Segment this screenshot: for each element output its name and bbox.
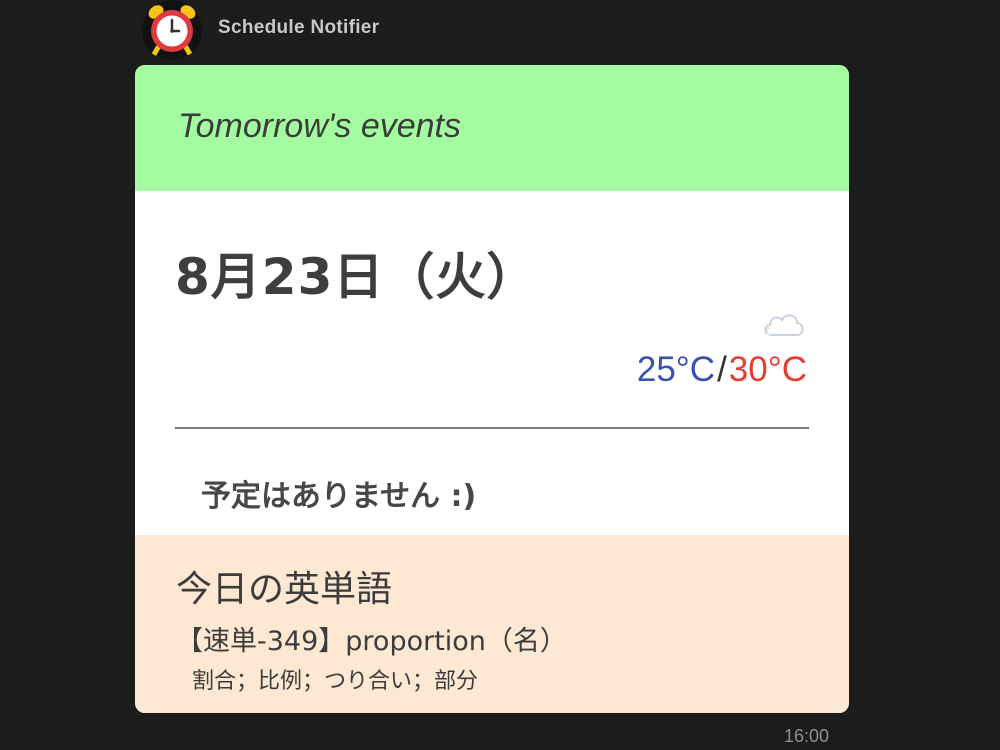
no-events-message: 予定はありません :) — [201, 479, 477, 514]
alarm-clock-icon — [142, 0, 202, 60]
word-meaning: 割合；比例；つり合い；部分 — [192, 669, 479, 694]
word-entry: 【速単-349】proportion（名） — [176, 626, 567, 657]
divider — [175, 427, 809, 429]
temp-high: 30°C — [728, 350, 807, 389]
temp-low: 25°C — [636, 350, 716, 389]
event-date: 8月23日（火） — [175, 248, 538, 306]
sender-name: Schedule Notifier — [218, 17, 380, 38]
word-of-the-day: 今日の英単語 【速単-349】proportion（名） 割合；比例；つり合い；… — [135, 535, 849, 713]
message-timestamp: 16:00 — [784, 726, 830, 746]
temperature-range: 25°C/30°C — [637, 350, 807, 390]
header-title: Tomorrow's events — [178, 107, 462, 145]
cloud-icon — [761, 307, 807, 339]
sender-avatar[interactable] — [141, 0, 203, 60]
card-header: Tomorrow's events — [135, 65, 849, 191]
message-card[interactable]: Tomorrow's events 8月23日（火） 25°C/30°C 予定は… — [135, 65, 849, 713]
word-heading: 今日の英単語 — [176, 569, 393, 610]
temp-separator: / — [717, 350, 727, 389]
